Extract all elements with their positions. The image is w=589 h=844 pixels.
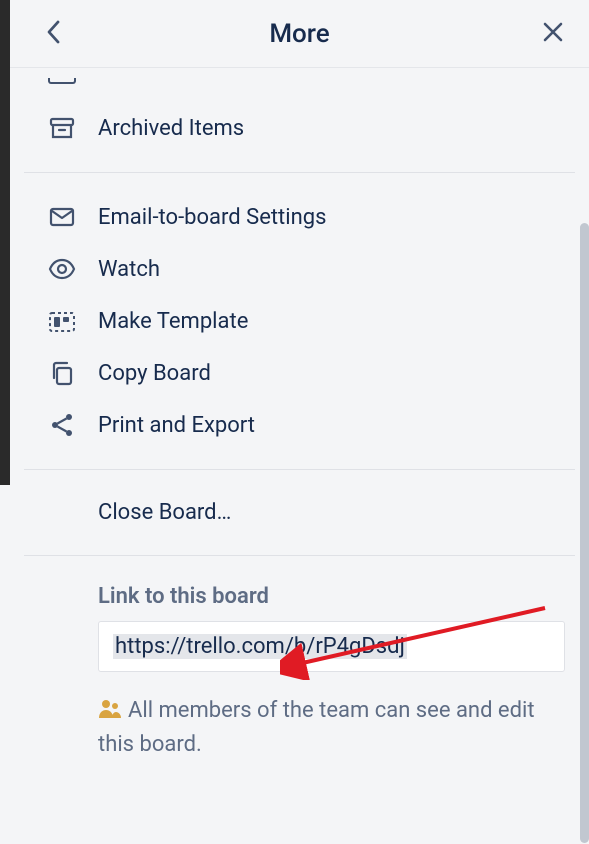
- copy-board-label: Copy Board: [98, 361, 211, 386]
- chevron-left-icon: [44, 18, 64, 50]
- team-icon: [98, 698, 122, 720]
- close-button[interactable]: [537, 18, 569, 50]
- team-visibility-note: All members of the team can see and edit…: [24, 694, 565, 762]
- watch-item[interactable]: Watch: [24, 243, 575, 295]
- copy-icon: [48, 359, 76, 387]
- link-heading: Link to this board: [98, 584, 565, 609]
- archived-items-label: Archived Items: [98, 116, 244, 141]
- more-menu-panel: More Archived Items: [10, 0, 589, 844]
- divider: [24, 469, 575, 470]
- scrollbar-thumb[interactable]: [580, 223, 589, 843]
- archived-items-item[interactable]: Archived Items: [24, 102, 575, 154]
- archive-icon: [48, 114, 76, 142]
- background-strip: [0, 0, 10, 485]
- panel-title: More: [269, 19, 329, 49]
- board-link-input[interactable]: https://trello.com/b/rP4gDsdj: [98, 621, 565, 672]
- eye-icon: [48, 255, 76, 283]
- scrollbar-track[interactable]: [580, 68, 589, 844]
- copy-board-item[interactable]: Copy Board: [24, 347, 575, 399]
- share-icon: [48, 411, 76, 439]
- partial-item-cutoff: [48, 78, 575, 84]
- email-settings-item[interactable]: Email-to-board Settings: [24, 191, 575, 243]
- close-board-label: Close Board…: [98, 500, 231, 525]
- mail-icon: [48, 203, 76, 231]
- back-button[interactable]: [38, 18, 70, 50]
- template-icon: [48, 307, 76, 335]
- close-board-item[interactable]: Close Board…: [24, 488, 575, 537]
- email-settings-label: Email-to-board Settings: [98, 205, 326, 230]
- panel-header: More: [10, 0, 589, 68]
- close-icon: [541, 20, 565, 48]
- partial-icon: [48, 78, 76, 84]
- make-template-item[interactable]: Make Template: [24, 295, 575, 347]
- board-link-value: https://trello.com/b/rP4gDsdj: [113, 634, 407, 659]
- divider: [24, 555, 575, 556]
- watch-label: Watch: [98, 257, 160, 282]
- panel-content: Archived Items Email-to-board Settings W…: [10, 78, 589, 772]
- team-note-text: All members of the team can see and edit…: [98, 698, 535, 757]
- print-export-item[interactable]: Print and Export: [24, 399, 575, 451]
- print-export-label: Print and Export: [98, 413, 255, 438]
- link-section: Link to this board https://trello.com/b/…: [24, 574, 575, 772]
- divider: [24, 172, 575, 173]
- make-template-label: Make Template: [98, 309, 248, 334]
